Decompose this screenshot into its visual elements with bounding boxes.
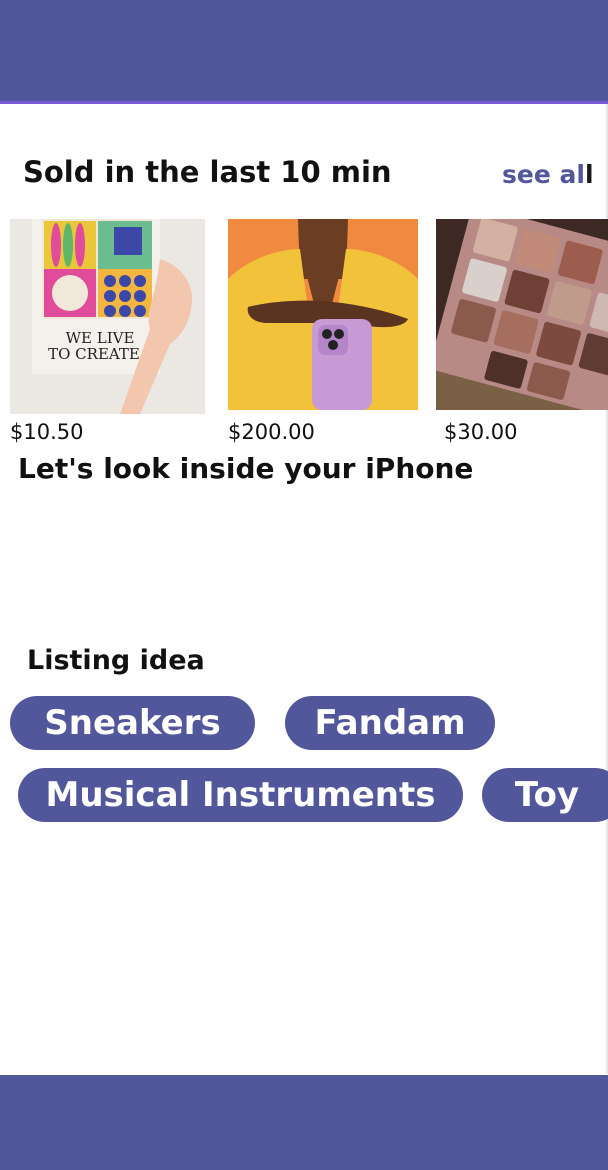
chip-sneakers[interactable]: Sneakers	[10, 696, 255, 750]
listing-idea-title: Listing idea	[27, 645, 205, 676]
chip-toy[interactable]: Toy	[482, 768, 608, 822]
product-price: $200.00	[228, 420, 315, 444]
see-all-label: see al	[502, 160, 585, 189]
see-all-label-end: l	[584, 160, 594, 189]
palette-illustration	[436, 219, 608, 410]
product-image-poster[interactable]: WE LIVE TO CREATE	[10, 219, 205, 414]
bottom-nav-bar	[0, 1075, 608, 1170]
poster-illustration: WE LIVE TO CREATE	[10, 219, 205, 414]
chip-fandam[interactable]: Fandam	[285, 696, 495, 750]
top-header-bar	[0, 0, 608, 104]
phone-illustration	[228, 219, 418, 410]
iphone-section-title: Let's look inside your iPhone	[18, 452, 474, 485]
see-all-link[interactable]: see all	[502, 160, 594, 189]
poster-text-line2: TO CREATE	[48, 345, 140, 363]
product-image-palette[interactable]	[436, 219, 608, 410]
product-image-phone[interactable]	[228, 219, 418, 410]
product-price: $30.00	[444, 420, 518, 444]
chip-musical-instruments[interactable]: Musical Instruments	[18, 768, 463, 822]
sold-section-title: Sold in the last 10 min	[23, 155, 392, 189]
product-price: $10.50	[10, 420, 84, 444]
